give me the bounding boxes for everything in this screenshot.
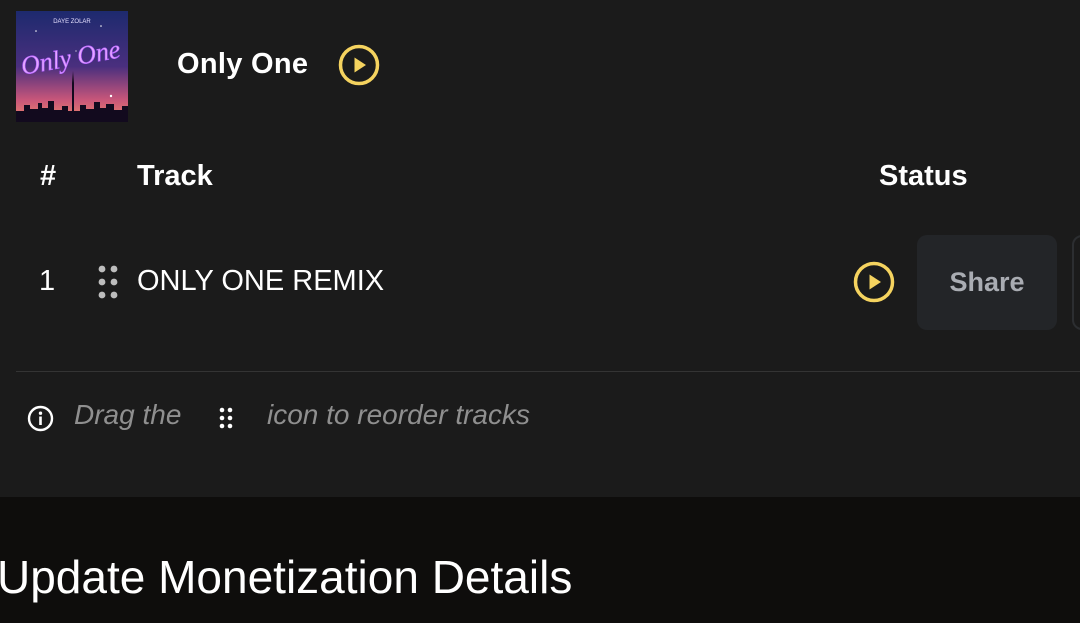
play-circle-icon xyxy=(853,261,895,303)
drag-handle-icon[interactable] xyxy=(97,264,121,305)
column-header-status: Status xyxy=(879,160,968,192)
section-title: Update Monetization Details xyxy=(0,551,573,603)
play-circle-icon xyxy=(338,44,380,86)
track-number: 1 xyxy=(39,265,56,297)
column-header-number: # xyxy=(40,160,57,192)
row-action-button[interactable] xyxy=(1072,235,1080,330)
album-cover: DAYE ZOLAR Only One xyxy=(16,11,128,122)
track-play-button[interactable] xyxy=(853,261,895,303)
column-header-track: Track xyxy=(137,160,213,192)
divider xyxy=(16,371,1080,372)
drag-handle-icon xyxy=(218,407,234,434)
release-panel: DAYE ZOLAR Only One Only One # Track Sta… xyxy=(0,0,1080,497)
hint-text-after: icon to reorder tracks xyxy=(267,399,530,430)
album-title: Only One xyxy=(177,48,309,80)
info-icon xyxy=(27,405,54,437)
hint-text-before: Drag the xyxy=(74,399,182,430)
share-button[interactable]: Share xyxy=(917,235,1057,330)
svg-text:DAYE ZOLAR: DAYE ZOLAR xyxy=(53,19,91,25)
album-play-button[interactable] xyxy=(338,44,380,86)
track-name: ONLY ONE REMIX xyxy=(137,265,385,297)
